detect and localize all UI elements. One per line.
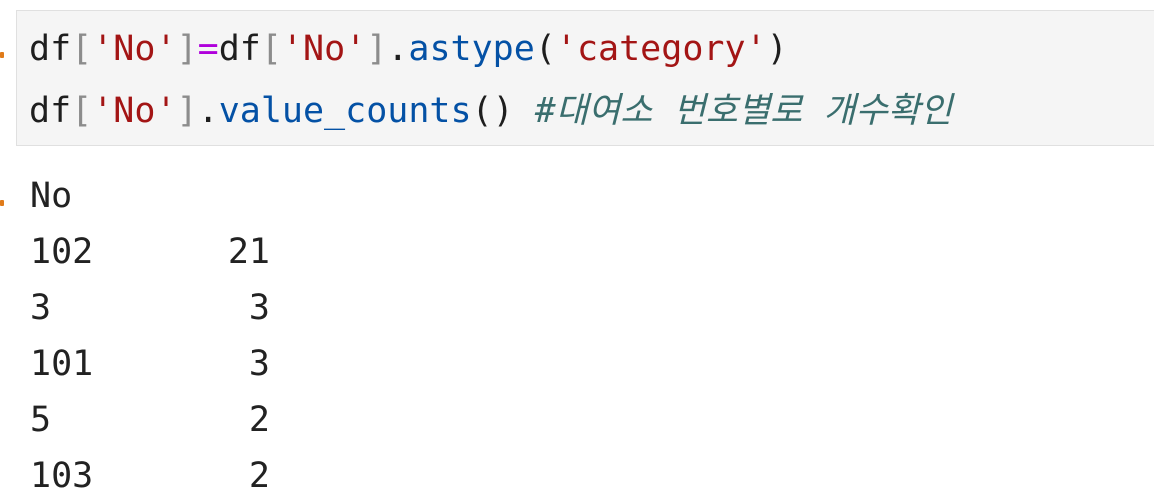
code-token-dot: . <box>197 91 219 131</box>
code-token-string: 'No' <box>92 91 177 131</box>
output-row: 103 2 <box>30 448 270 500</box>
output-count: 21 <box>227 232 270 272</box>
cell-output: No 102 21 3 3 101 3 5 2 103 2 <box>30 168 270 500</box>
output-count: 3 <box>248 288 270 328</box>
code-token-bracket: [ <box>260 29 282 69</box>
output-count: 2 <box>248 400 270 440</box>
code-token-string: 'No' <box>281 29 367 69</box>
output-index: 102 <box>30 232 94 272</box>
output-count: 2 <box>248 456 270 496</box>
code-token-bracket: [ <box>71 91 93 131</box>
output-index: 5 <box>30 400 52 440</box>
code-token-df: df <box>29 91 72 131</box>
code-token-method-astype: astype <box>408 29 535 69</box>
code-line-1: df['No']=df['No'].astype('category') <box>29 24 788 74</box>
code-token-parens: () <box>471 91 514 131</box>
input-cell-marker <box>0 52 4 58</box>
code-token-string-category: 'category' <box>555 29 767 69</box>
code-token-bracket: [ <box>71 29 93 69</box>
code-token-assign-operator: = <box>197 29 219 69</box>
output-row: 3 3 <box>30 280 270 336</box>
code-token-df: df <box>29 29 72 69</box>
code-token-df: df <box>218 29 261 69</box>
code-token-dot: . <box>387 29 409 69</box>
code-token-string: 'No' <box>92 29 177 69</box>
output-row: 5 2 <box>30 392 270 448</box>
output-index: 101 <box>30 344 94 384</box>
output-row: 101 3 <box>30 336 270 392</box>
code-token-bracket: ] <box>366 29 388 69</box>
code-comment: #대여소 번호별로 개수확인 <box>534 91 953 131</box>
output-cell-marker <box>0 200 4 206</box>
code-token-bracket: ] <box>176 91 198 131</box>
output-index: 3 <box>30 288 52 328</box>
output-row: 102 21 <box>30 224 270 280</box>
output-series-name: No <box>30 176 73 216</box>
code-token-paren: ( <box>534 29 556 69</box>
code-token-bracket: ] <box>176 29 198 69</box>
code-line-2: df['No'].value_counts() #대여소 번호별로 개수확인 <box>29 86 952 136</box>
code-token-method-value-counts: value_counts <box>218 91 472 131</box>
code-token-paren: ) <box>766 29 788 69</box>
output-count: 3 <box>248 344 270 384</box>
code-cell-input[interactable]: df['No']=df['No'].astype('category') df[… <box>16 10 1154 146</box>
output-index: 103 <box>30 456 94 496</box>
